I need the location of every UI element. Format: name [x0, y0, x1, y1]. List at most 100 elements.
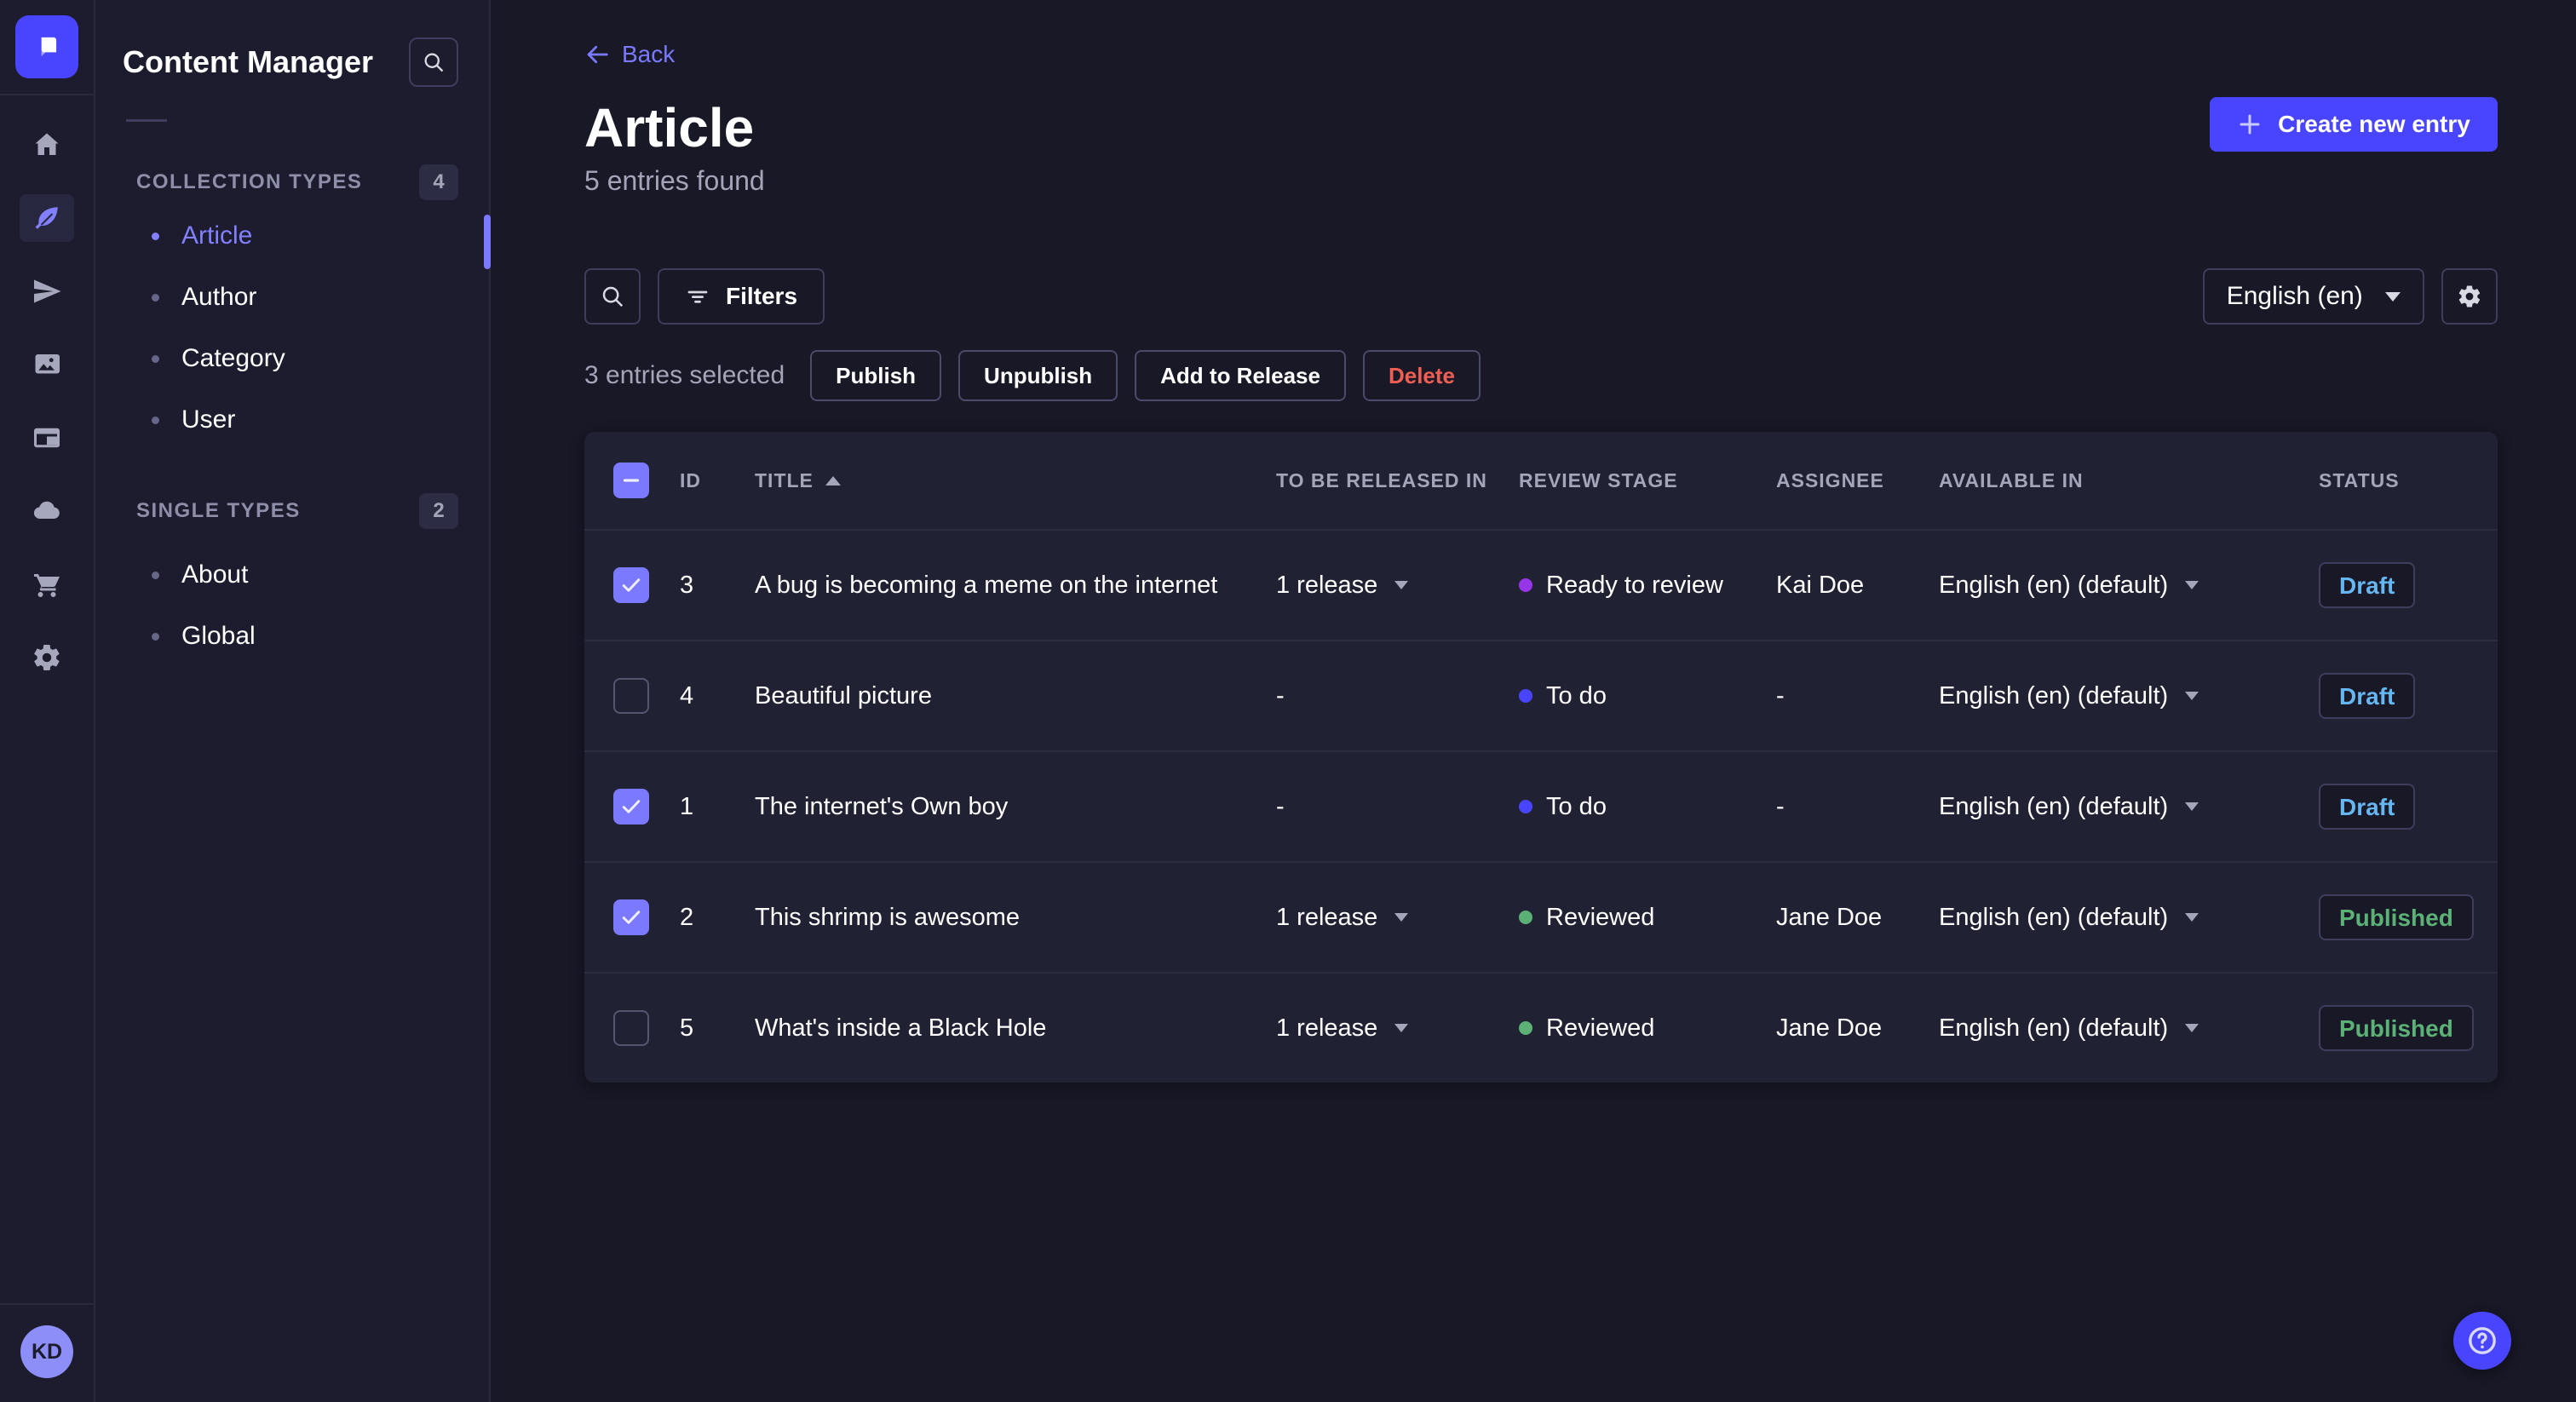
- view-settings-button[interactable]: [2441, 268, 2498, 325]
- row-checkbox[interactable]: [613, 789, 649, 825]
- table-row[interactable]: 5 What's inside a Black Hole 1 release Revi…: [584, 972, 2498, 1083]
- search-icon: [424, 53, 444, 72]
- column-header-title[interactable]: TITLE: [755, 469, 1276, 492]
- plus-icon: [2240, 114, 2260, 135]
- filters-button[interactable]: Filters: [658, 268, 825, 325]
- content-manager-sidebar: Content Manager COLLECTION TYPES 4 Artic…: [95, 0, 491, 1402]
- row-checkbox[interactable]: [613, 678, 649, 714]
- strapi-logo-button[interactable]: [0, 0, 94, 95]
- sidebar-search-button[interactable]: [409, 37, 458, 87]
- nav-media-library-images-icon[interactable]: [20, 341, 74, 388]
- bullet-icon: [152, 354, 159, 363]
- indeterminate-dash-icon: [623, 479, 640, 482]
- entry-review-stage: Reviewed: [1519, 904, 1776, 932]
- app-root: KD Content Manager COLLECTION TYPES 4 Ar…: [0, 0, 2576, 1402]
- table-row[interactable]: 4 Beautiful picture - To do - English (en) (d…: [584, 640, 2498, 750]
- unpublish-button[interactable]: Unpublish: [958, 350, 1118, 401]
- entry-release: -: [1276, 793, 1519, 821]
- entry-id: 2: [680, 903, 694, 931]
- delete-button[interactable]: Delete: [1362, 350, 1481, 401]
- main-content: Back Article 5 entries found Create new …: [491, 0, 2576, 1402]
- review-stage-label: To do: [1546, 792, 1607, 820]
- chevron-down-icon: [2185, 1024, 2199, 1032]
- toolbar: Filters English (en): [584, 268, 2498, 325]
- help-button[interactable]: [2453, 1312, 2511, 1370]
- table-row[interactable]: 1 The internet's Own boy - To do - English (e…: [584, 750, 2498, 861]
- status-badge: Draft: [2319, 562, 2416, 608]
- rail-bottom: KD: [0, 1303, 94, 1402]
- back-link[interactable]: Back: [584, 41, 675, 68]
- column-header-review-stage[interactable]: REVIEW STAGE: [1519, 469, 1776, 492]
- nav-content-type-builder-layout-icon[interactable]: [20, 414, 74, 462]
- entry-locale-value: English (en) (default): [1939, 1014, 2169, 1042]
- sidebar-item-label: Global: [181, 622, 256, 650]
- nav-deploy-cloud-icon[interactable]: [20, 487, 74, 535]
- sidebar-item-author[interactable]: Author: [123, 267, 458, 328]
- review-stage-label: Reviewed: [1546, 1014, 1655, 1042]
- nav-home-icon[interactable]: [20, 121, 74, 169]
- sidebar-divider: [126, 119, 167, 122]
- entry-title: What's inside a Black Hole: [755, 1014, 1047, 1042]
- nav-releases-paper-plane-icon[interactable]: [20, 267, 74, 315]
- nav-content-manager-feather-icon[interactable]: [20, 194, 74, 242]
- strapi-logo-icon: [15, 15, 78, 78]
- nav-settings-gear-icon[interactable]: [20, 634, 74, 681]
- row-checkbox[interactable]: [613, 1010, 649, 1046]
- review-stage-label: Ready to review: [1546, 571, 1723, 599]
- active-item-indicator: [484, 215, 491, 269]
- add-to-release-button[interactable]: Add to Release: [1135, 350, 1346, 401]
- row-checkbox[interactable]: [613, 567, 649, 603]
- entry-locale[interactable]: English (en) (default): [1939, 572, 2319, 600]
- column-header-status[interactable]: STATUS: [2319, 469, 2474, 492]
- entry-release-value: 1 release: [1276, 903, 1378, 931]
- entry-assignee: Jane Doe: [1776, 903, 1883, 931]
- nav-marketplace-cart-icon[interactable]: [20, 560, 74, 608]
- create-new-entry-button[interactable]: Create new entry: [2210, 97, 2498, 152]
- sidebar-item-global[interactable]: Global: [123, 606, 458, 667]
- chevron-down-icon: [2185, 802, 2199, 811]
- entry-release-value: -: [1276, 681, 1285, 710]
- locale-select[interactable]: English (en): [2202, 268, 2424, 325]
- entry-locale[interactable]: English (en) (default): [1939, 682, 2319, 710]
- collection-types-label: COLLECTION TYPES: [136, 170, 363, 193]
- avatar[interactable]: KD: [20, 1325, 73, 1378]
- column-header-to-be-released-in[interactable]: TO BE RELEASED IN: [1276, 469, 1519, 492]
- sidebar-item-category[interactable]: Category: [123, 328, 458, 389]
- entry-locale[interactable]: English (en) (default): [1939, 793, 2319, 821]
- row-checkbox[interactable]: [613, 899, 649, 935]
- filters-label: Filters: [726, 283, 798, 309]
- sidebar-item-article[interactable]: Article: [123, 205, 458, 267]
- bullet-icon: [152, 571, 159, 579]
- entry-assignee: -: [1776, 792, 1785, 820]
- review-stage-label: Reviewed: [1546, 903, 1655, 931]
- entry-release-value: -: [1276, 792, 1285, 820]
- table-row[interactable]: 2 This shrimp is awesome 1 release Reviewed…: [584, 861, 2498, 972]
- entry-release[interactable]: 1 release: [1276, 904, 1519, 932]
- column-header-assignee[interactable]: ASSIGNEE: [1776, 469, 1939, 492]
- entry-release: -: [1276, 682, 1519, 710]
- single-types-label: SINGLE TYPES: [136, 499, 301, 522]
- entry-release[interactable]: 1 release: [1276, 1014, 1519, 1043]
- column-header-id[interactable]: ID: [680, 469, 755, 492]
- entry-title: Beautiful picture: [755, 681, 932, 710]
- entry-locale[interactable]: English (en) (default): [1939, 1014, 2319, 1043]
- rail-nav: [20, 95, 74, 681]
- entry-locale-value: English (en) (default): [1939, 571, 2169, 599]
- sidebar-item-about[interactable]: About: [123, 544, 458, 606]
- bullet-icon: [152, 632, 159, 641]
- entry-locale[interactable]: English (en) (default): [1939, 904, 2319, 932]
- column-header-available-in[interactable]: AVAILABLE IN: [1939, 469, 2319, 492]
- search-button[interactable]: [584, 268, 641, 325]
- check-icon: [622, 911, 641, 924]
- sidebar-item-user[interactable]: User: [123, 389, 458, 451]
- entry-id: 1: [680, 792, 694, 820]
- locale-value: English (en): [2226, 282, 2363, 310]
- sidebar-item-label: About: [181, 560, 249, 589]
- status-badge: Draft: [2319, 673, 2416, 719]
- bullet-icon: [152, 293, 159, 302]
- chevron-down-icon: [2185, 581, 2199, 589]
- publish-button[interactable]: Publish: [810, 350, 942, 401]
- entry-release[interactable]: 1 release: [1276, 572, 1519, 600]
- table-row[interactable]: 3 A bug is becoming a meme on the interne…: [584, 529, 2498, 640]
- select-all-checkbox[interactable]: [613, 463, 649, 498]
